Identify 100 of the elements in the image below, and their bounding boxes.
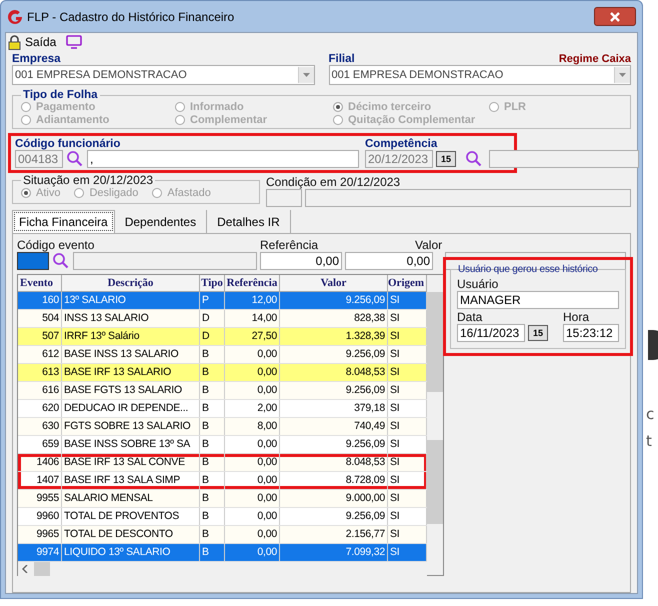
- table-cell: D: [200, 310, 225, 327]
- table-cell: B: [200, 544, 225, 561]
- table-cell: 0,00: [225, 544, 280, 561]
- caret-icon: [302, 73, 310, 77]
- condition-code-field[interactable]: [266, 189, 302, 207]
- table-cell: 507: [18, 328, 62, 345]
- radio-button[interactable]: [333, 102, 343, 112]
- calendar-button[interactable]: 15: [436, 151, 456, 167]
- group-title: Usuário que gerou esse histórico: [457, 264, 599, 275]
- table-cell: TOTAL DE PROVENTOS: [62, 508, 200, 525]
- radio-label: Informado: [190, 101, 244, 113]
- table-cell: 9.256,09: [280, 346, 388, 363]
- field-label: Código funcionário: [15, 138, 122, 150]
- radio-button[interactable]: [21, 102, 31, 112]
- table-cell: BASE IRF 13 SALARIO: [62, 364, 200, 381]
- radio-button[interactable]: [175, 115, 185, 125]
- table-cell: 613: [18, 364, 62, 381]
- employee-code-field[interactable]: 004183: [15, 150, 63, 168]
- radio-button[interactable]: [175, 102, 185, 112]
- table-cell: 8.728,09: [280, 472, 388, 489]
- table-cell: 9960: [18, 508, 62, 525]
- table-cell: 0,00: [225, 472, 280, 489]
- table-cell: 379,18: [280, 400, 388, 417]
- radio-button[interactable]: [21, 188, 31, 198]
- date-field[interactable]: 16/11/2023: [457, 324, 525, 342]
- text-field[interactable]: [489, 150, 639, 168]
- table-cell: 630: [18, 418, 62, 435]
- radio-label: Adiantamento: [36, 114, 110, 126]
- tab[interactable]: Ficha Financeira: [12, 210, 115, 233]
- lock-icon: [8, 34, 21, 50]
- radio-button[interactable]: [21, 115, 31, 125]
- value-field[interactable]: 0,00: [345, 252, 433, 270]
- vertical-scrollbar[interactable]: [427, 275, 443, 575]
- table-cell: 9.256,09: [280, 436, 388, 453]
- monitor-icon[interactable]: [66, 35, 82, 49]
- search-icon[interactable]: [465, 150, 483, 168]
- table-cell: 8.048,53: [280, 454, 388, 471]
- field-label: Referência: [260, 238, 320, 252]
- table-cell: 8.048,53: [280, 364, 388, 381]
- table-cell: LIQUIDO 13º SALARIO: [62, 544, 200, 561]
- time-field[interactable]: 15:23:12: [563, 324, 619, 342]
- table-cell: D: [200, 328, 225, 345]
- table-cell: 8,00: [225, 418, 280, 435]
- radio-button[interactable]: [489, 102, 499, 112]
- radio-button[interactable]: [74, 188, 84, 198]
- table-cell: B: [200, 490, 225, 507]
- table-cell: B: [200, 526, 225, 543]
- field-label: Condição em 20/12/2023: [266, 175, 402, 189]
- employee-name-field[interactable]: ,: [87, 150, 359, 168]
- table-cell: 0,00: [225, 490, 280, 507]
- radio-button[interactable]: [333, 115, 343, 125]
- radio-label: Complementar: [190, 114, 268, 126]
- table-cell: 13º SALARIO: [62, 292, 200, 309]
- user-field[interactable]: MANAGER: [457, 291, 619, 309]
- field-label: Filial: [328, 53, 355, 65]
- column-header[interactable]: Descrição: [62, 275, 200, 291]
- calendar-button[interactable]: 15: [528, 325, 548, 341]
- table-cell: IRRF 13º Salário: [62, 328, 200, 345]
- table-cell: B: [200, 400, 225, 417]
- scrollbar-thumb[interactable]: [34, 562, 50, 576]
- background-text: c: [646, 405, 654, 423]
- table-cell: 160: [18, 292, 62, 309]
- close-button[interactable]: [594, 7, 636, 26]
- event-name-field[interactable]: [73, 252, 257, 270]
- table-cell: 0,00: [225, 382, 280, 399]
- table-cell: 9974: [18, 544, 62, 561]
- column-header[interactable]: Tipo: [200, 275, 225, 291]
- table-cell: BASE INSS SOBRE 13º SA: [62, 436, 200, 453]
- company-dropdown[interactable]: 001 EMPRESA DEMONSTRACAO: [12, 65, 314, 85]
- table-cell: 0,00: [225, 346, 280, 363]
- column-header[interactable]: Referência: [225, 275, 280, 291]
- table-cell: 1.328,39: [280, 328, 388, 345]
- field-label: Valor: [414, 238, 442, 252]
- reference-field[interactable]: 0,00: [260, 252, 342, 270]
- regime-label: Regime Caixa: [558, 53, 631, 65]
- table-cell: 0,00: [225, 454, 280, 471]
- table-cell: 7.099,32: [280, 544, 388, 561]
- branch-dropdown[interactable]: 001 EMPRESA DEMONSTRACAO: [328, 65, 631, 85]
- radio-button[interactable]: [152, 188, 162, 198]
- table-cell: SALARIO MENSAL: [62, 490, 200, 507]
- field-label: Código evento: [17, 238, 96, 252]
- event-code-field[interactable]: [17, 252, 49, 270]
- background-text: t: [646, 432, 652, 450]
- exit-button[interactable]: Saída: [8, 34, 56, 50]
- search-icon[interactable]: [66, 150, 84, 168]
- table-cell: 0,00: [225, 508, 280, 525]
- date-field[interactable]: 20/12/2023: [365, 150, 433, 168]
- column-header[interactable]: Valor: [280, 275, 388, 291]
- column-header[interactable]: Evento: [18, 275, 62, 291]
- table-cell: TOTAL DE DESCONTO: [62, 526, 200, 543]
- table-cell: 0,00: [225, 436, 280, 453]
- table-cell: 9965: [18, 526, 62, 543]
- search-icon[interactable]: [52, 252, 70, 270]
- table-cell: 2,00: [225, 400, 280, 417]
- field-label: Usuário: [457, 277, 500, 291]
- condition-field[interactable]: [305, 189, 631, 207]
- close-icon: [609, 12, 621, 22]
- table-cell: 616: [18, 382, 62, 399]
- table-cell: 0,00: [225, 364, 280, 381]
- table-cell: B: [200, 418, 225, 435]
